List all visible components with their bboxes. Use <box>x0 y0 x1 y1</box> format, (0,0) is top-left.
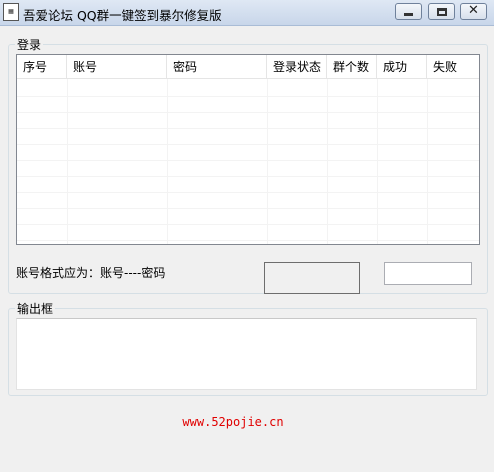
grid-line <box>17 208 479 209</box>
grid-line <box>327 79 328 244</box>
title-bar[interactable]: ▦ 吾爱论坛 QQ群一键签到暴尔修复版 ✕ <box>0 0 494 26</box>
column-header-password[interactable]: 密码 <box>167 55 267 79</box>
grid-line <box>17 240 479 241</box>
grid-line <box>67 79 68 244</box>
column-header-account[interactable]: 账号 <box>67 55 167 79</box>
grid-line <box>427 79 428 244</box>
minimize-icon <box>404 13 413 16</box>
account-format-hint: 账号格式应为：账号----密码 <box>16 266 166 280</box>
website-link[interactable]: www.52pojie.cn <box>0 415 466 429</box>
grid-line <box>267 79 268 244</box>
grid-line <box>17 144 479 145</box>
app-grid-icon[interactable]: ▦ <box>3 3 19 21</box>
grid-line <box>377 79 378 244</box>
login-group-label: 登录 <box>15 36 44 53</box>
grid-line <box>17 224 479 225</box>
grid-line <box>17 112 479 113</box>
grid-line <box>17 192 479 193</box>
maximize-icon <box>437 8 447 16</box>
grid-line <box>17 176 479 177</box>
minimize-button[interactable] <box>395 3 422 20</box>
grid-line <box>17 160 479 161</box>
grid-line <box>17 128 479 129</box>
grid-line <box>167 79 168 244</box>
output-group-label: 输出框 <box>15 300 56 317</box>
column-header-fail[interactable]: 失败 <box>427 55 479 79</box>
account-list-body[interactable] <box>17 79 479 244</box>
maximize-button[interactable] <box>428 3 455 20</box>
column-header-success[interactable]: 成功 <box>377 55 427 79</box>
column-header-group-count[interactable]: 群个数 <box>327 55 377 79</box>
column-header-login-status[interactable]: 登录状态 <box>267 55 327 79</box>
window-title: 吾爱论坛 QQ群一键签到暴尔修复版 <box>23 8 222 23</box>
close-icon: ✕ <box>468 3 479 18</box>
grid-line <box>17 96 479 97</box>
output-textbox[interactable] <box>16 318 477 390</box>
account-list-header: 序号 账号 密码 登录状态 群个数 成功 失败 <box>17 55 479 79</box>
status-display-box <box>264 262 360 294</box>
close-button[interactable]: ✕ <box>460 3 487 20</box>
status-text-field[interactable] <box>384 262 472 285</box>
account-list[interactable]: 序号 账号 密码 登录状态 群个数 成功 失败 <box>16 54 480 245</box>
column-header-index[interactable]: 序号 <box>17 55 67 79</box>
